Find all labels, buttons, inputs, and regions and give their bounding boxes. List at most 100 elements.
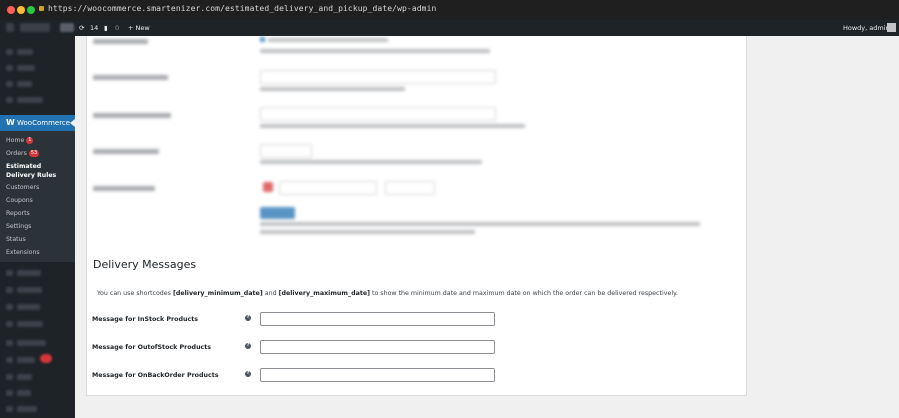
submenu-home-label: Home <box>6 137 25 144</box>
account-greeting[interactable]: Howdy, admin <box>843 24 890 32</box>
orders-badge: 53 <box>28 150 40 157</box>
submenu-orders-label: Orders <box>6 150 27 157</box>
onbackorder-message-label: Message for OnBackOrder Products <box>92 372 219 379</box>
browser-bar: https://woocommerce.smartenizer.com/esti… <box>0 0 899 20</box>
current-menu-arrow-icon <box>70 119 75 127</box>
outofstock-message-field[interactable] <box>260 340 495 354</box>
woocommerce-label: WooCommerce <box>17 119 71 127</box>
menu-pages[interactable] <box>17 81 32 87</box>
plugins-icon[interactable] <box>6 357 13 363</box>
plugins-badge <box>40 354 52 363</box>
submenu-extensions[interactable]: Extensions <box>6 249 40 256</box>
menu-dashboard[interactable] <box>17 49 33 55</box>
menu-users[interactable] <box>17 374 32 380</box>
updates-link[interactable] <box>60 23 74 32</box>
setting-description <box>260 49 490 53</box>
wp-logo-icon[interactable] <box>6 23 14 32</box>
maximize-window-icon[interactable] <box>27 6 35 14</box>
setting-description <box>260 124 525 128</box>
setting-input[interactable] <box>260 70 496 84</box>
description-suffix: to show the minimum date and maximum dat… <box>369 290 678 297</box>
checkbox[interactable] <box>260 37 265 42</box>
lock-icon <box>39 6 44 11</box>
home-badge: 1 <box>26 137 34 144</box>
menu-settings[interactable] <box>17 406 37 412</box>
setting-label <box>93 149 159 154</box>
analytics-icon[interactable] <box>6 304 13 310</box>
question-circle-icon[interactable]: ? <box>245 343 251 349</box>
settings-icon[interactable] <box>6 406 13 412</box>
setting-label <box>93 186 155 191</box>
menu-comments[interactable] <box>17 97 43 103</box>
shortcode-min: [delivery_minimum_date] <box>172 290 263 297</box>
menu-tools[interactable] <box>17 390 31 396</box>
submenu-status[interactable]: Status <box>6 236 26 243</box>
pages-icon[interactable] <box>6 81 13 87</box>
setting-label <box>93 113 171 118</box>
pending-count[interactable]: 0 <box>115 24 119 32</box>
site-name-link[interactable] <box>20 23 50 32</box>
submenu-reports[interactable]: Reports <box>6 210 30 217</box>
holiday-date[interactable] <box>385 181 435 195</box>
instock-message-label: Message for InStock Products <box>92 316 198 323</box>
description-prefix: You can use shortcodes <box>97 290 173 297</box>
remove-holiday-icon[interactable] <box>263 182 273 192</box>
comments-count[interactable]: 14 <box>90 24 98 32</box>
close-window-icon[interactable] <box>7 6 15 14</box>
menu-appearance[interactable] <box>17 340 46 346</box>
new-content-link[interactable]: + New <box>128 24 150 32</box>
question-circle-icon[interactable]: ? <box>245 315 251 321</box>
users-icon[interactable] <box>6 374 13 380</box>
posts-icon[interactable] <box>6 65 13 71</box>
wp-admin-bar: ⟳ 14 ▮ 0 + New Howdy, admin <box>0 20 899 36</box>
shortcode-description: You can use shortcodes [delivery_minimum… <box>97 290 678 297</box>
comments-menu-icon[interactable] <box>6 97 13 103</box>
setting-label <box>93 39 148 44</box>
submenu-settings[interactable]: Settings <box>6 223 31 230</box>
setting-select[interactable] <box>260 144 312 158</box>
address-bar[interactable]: https://woocommerce.smartenizer.com/esti… <box>48 4 436 13</box>
avatar[interactable] <box>887 23 896 32</box>
tools-icon[interactable] <box>6 390 13 396</box>
holiday-select[interactable] <box>279 181 377 195</box>
comments-icon[interactable]: ⟳ <box>79 24 84 32</box>
menu-products[interactable] <box>17 270 41 276</box>
appearance-icon[interactable] <box>6 340 13 346</box>
menu-woocommerce[interactable]: W WooCommerce <box>0 115 75 131</box>
marketing-icon[interactable] <box>6 321 13 327</box>
setting-label <box>93 75 168 80</box>
shortcode-max: [delivery_maximum_date] <box>278 290 370 297</box>
menu-analytics[interactable] <box>17 304 40 310</box>
onbackorder-message-field[interactable] <box>260 368 495 382</box>
submenu-customers[interactable]: Customers <box>6 184 39 191</box>
dashboard-icon[interactable] <box>6 49 13 55</box>
question-circle-icon[interactable]: ? <box>245 371 251 377</box>
description-middle: and <box>262 290 279 297</box>
submenu-orders[interactable]: Orders 53 <box>6 150 40 157</box>
submenu-coupons[interactable]: Coupons <box>6 197 33 204</box>
add-holiday-button[interactable] <box>260 207 295 219</box>
setting-description <box>260 222 700 226</box>
menu-plugins[interactable] <box>17 357 35 363</box>
admin-sidebar: W WooCommerce Home 1 Orders 53 Estimated D… <box>0 36 75 418</box>
setting-description <box>260 160 482 164</box>
blurred-delivery-settings <box>87 36 747 244</box>
woocommerce-icon: W <box>6 118 15 127</box>
comment-bubble-icon[interactable]: ▮ <box>104 24 108 32</box>
menu-payments[interactable] <box>17 287 42 293</box>
submenu-home[interactable]: Home 1 <box>6 137 34 144</box>
payments-icon[interactable] <box>6 287 13 293</box>
outofstock-message-label: Message for OutofStock Products <box>92 344 212 351</box>
menu-marketing[interactable] <box>17 321 43 327</box>
settings-panel: Delivery Messages You can use shortcodes… <box>86 36 747 396</box>
menu-posts[interactable] <box>17 65 35 71</box>
products-icon[interactable] <box>6 270 13 276</box>
setting-description <box>260 230 475 234</box>
submenu-estimated-delivery-rules[interactable]: Estimated Delivery Rules <box>6 162 70 180</box>
section-title: Delivery Messages <box>93 258 197 271</box>
minimize-window-icon[interactable] <box>17 6 25 14</box>
instock-message-field[interactable] <box>260 312 495 326</box>
setting-description <box>260 87 405 91</box>
setting-input[interactable] <box>260 107 496 121</box>
woocommerce-submenu: Home 1 Orders 53 Estimated Delivery Rules … <box>0 131 75 262</box>
